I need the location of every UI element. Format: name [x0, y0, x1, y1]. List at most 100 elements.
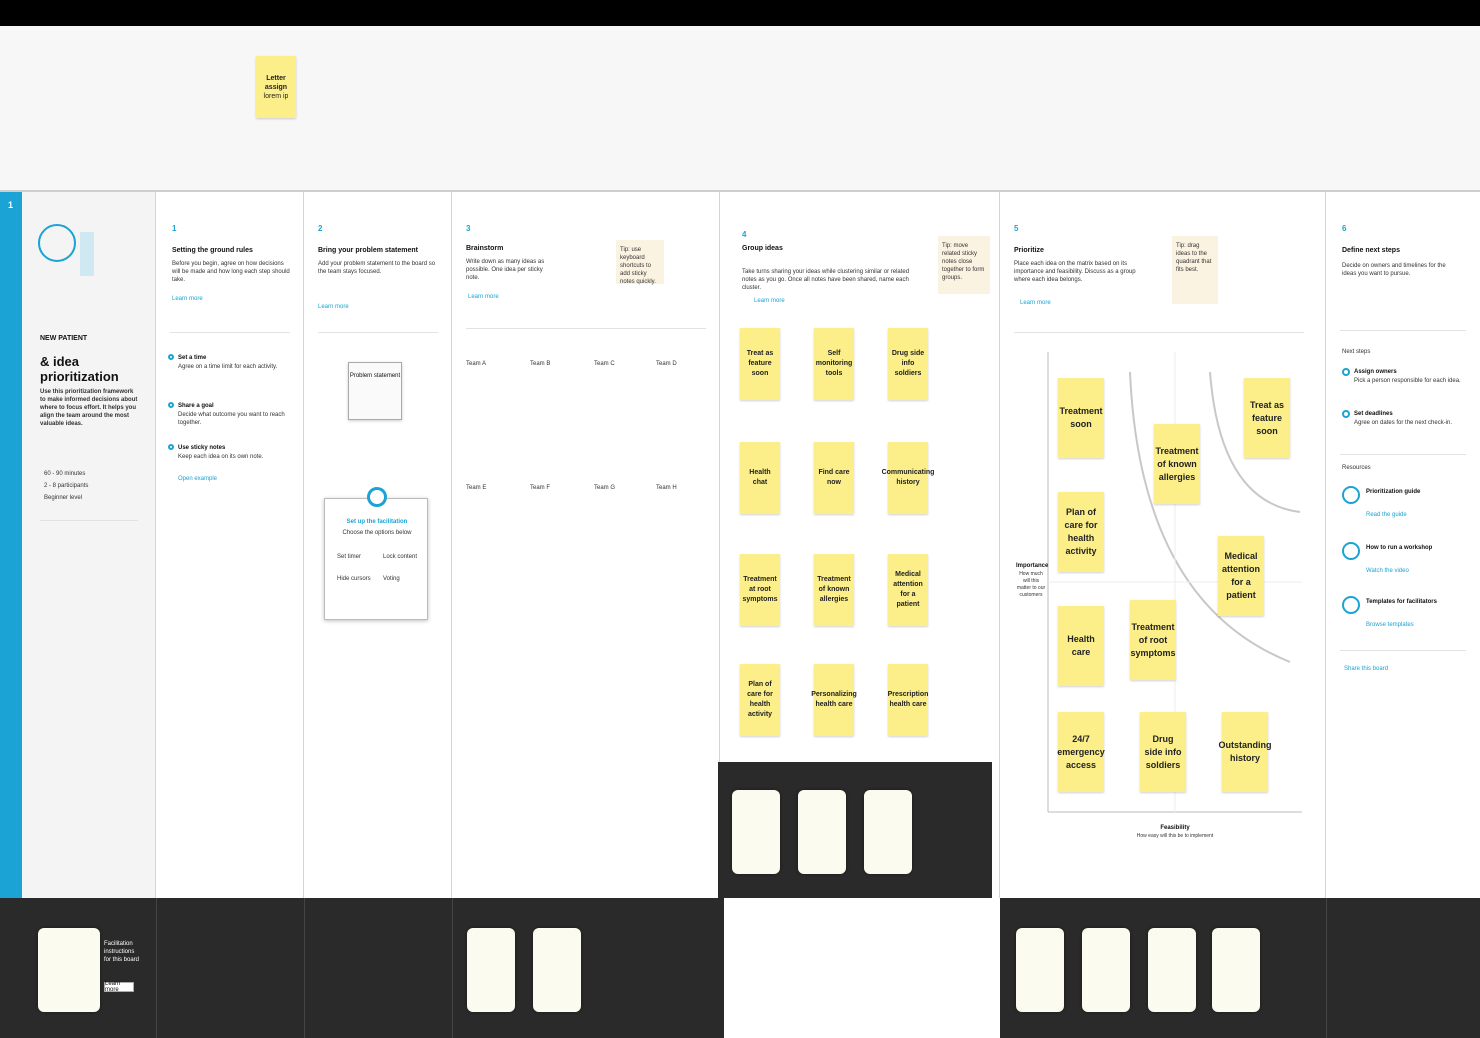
divider: [170, 332, 290, 333]
step-item: Assign owners Pick a person responsible …: [1342, 368, 1462, 385]
idea-sticky-note[interactable]: Treatment of known allergies: [814, 554, 854, 626]
matrix-sticky-note[interactable]: Treatment of root symptoms: [1130, 600, 1176, 680]
idea-sticky-note[interactable]: Treat as feature soon: [740, 328, 780, 400]
section-title: Resources: [1342, 465, 1371, 471]
step-title: Define next steps: [1342, 247, 1400, 254]
step-3-column: 3 Brainstorm Write down as many ideas as…: [452, 192, 720, 898]
option-voting[interactable]: Voting: [383, 575, 400, 583]
section-title: Next steps: [1342, 349, 1371, 355]
preview-thumbnail[interactable]: [1082, 928, 1130, 1012]
dialog-sub: Choose the options below: [342, 530, 412, 536]
step-title: Group ideas: [742, 245, 783, 252]
matrix-sticky-note[interactable]: Treat as feature soon: [1244, 378, 1290, 458]
matrix-sticky-note[interactable]: Drug side info soldiers: [1140, 712, 1186, 792]
idea-sticky-note[interactable]: Personalizing health care: [811, 664, 857, 736]
resource-link[interactable]: Watch the video: [1366, 568, 1409, 574]
preview-thumbnail[interactable]: [1148, 928, 1196, 1012]
learn-more-link[interactable]: Learn more: [754, 298, 785, 304]
matrix-sticky-note[interactable]: Health care: [1058, 606, 1104, 686]
matrix-sticky-note[interactable]: Treatment of known allergies: [1154, 424, 1200, 504]
preview-thumbnail[interactable]: [1212, 928, 1260, 1012]
preview-thumbnail[interactable]: [533, 928, 581, 1012]
matrix-sticky-note[interactable]: Outstanding history: [1219, 712, 1272, 792]
y-axis-title: Importance: [1016, 563, 1049, 569]
setup-dialog: Set up the facilitation Choose the optio…: [324, 487, 428, 620]
footer-learn-more-button[interactable]: Learn more: [104, 981, 134, 993]
idea-sticky-note[interactable]: Drug side info soldiers: [888, 328, 928, 400]
matrix-sticky-note[interactable]: Treatment soon: [1058, 378, 1104, 458]
resource-item: How to run a workshop Watch the video: [1342, 542, 1466, 582]
resource-icon: [1342, 542, 1360, 560]
learn-more-link[interactable]: Learn more: [318, 304, 349, 310]
step-1-column: 1 Setting the ground rules Before you be…: [156, 192, 304, 898]
learn-more-link[interactable]: Learn more: [1020, 300, 1051, 306]
group-preview-panel: [718, 762, 992, 902]
learn-more-link[interactable]: Learn more: [468, 294, 499, 300]
step-number: 1: [172, 224, 177, 233]
check-icon: [168, 444, 174, 450]
divider: [466, 328, 706, 329]
item-desc: Keep each idea on its own note.: [178, 454, 264, 460]
option-set-timer[interactable]: Set timer: [337, 553, 361, 561]
matrix-sticky-note[interactable]: Plan of care for health activity: [1058, 492, 1104, 572]
intro-title: & idea prioritization: [40, 354, 119, 384]
group-label: Team A: [466, 361, 487, 367]
idea-sticky-note[interactable]: Plan of care for health activity: [740, 664, 780, 736]
preview-thumbnail[interactable]: [1016, 928, 1064, 1012]
group-label: Team D: [656, 361, 677, 367]
idea-sticky-note[interactable]: Self monitoring tools: [814, 328, 854, 400]
open-example-link[interactable]: Open example: [178, 476, 217, 482]
check-icon: [1342, 410, 1350, 418]
accent-bar: 1: [0, 192, 22, 898]
idea-sticky-note[interactable]: Prescription health care: [888, 664, 928, 736]
footer-strip-intro: Facilitation instructions for this board…: [0, 898, 156, 1038]
learn-more-link[interactable]: Learn more: [172, 296, 203, 302]
idea-sticky-note[interactable]: Medical attention for a patient: [888, 554, 928, 626]
divider: [1014, 332, 1304, 333]
preview-thumbnail[interactable]: [798, 790, 846, 874]
step-item: Share a goal Decide what outcome you wan…: [168, 402, 290, 427]
option-hide-cursors[interactable]: Hide cursors: [337, 575, 371, 583]
option-lock-content[interactable]: Lock content: [383, 553, 417, 561]
y-axis-sub: How much will this matter to our custome…: [1016, 571, 1046, 598]
idea-sticky-note[interactable]: Find care now: [814, 442, 854, 514]
preview-thumbnail[interactable]: [467, 928, 515, 1012]
step-5-column: 5 Prioritize Place each idea on the matr…: [1000, 192, 1326, 898]
idea-sticky-note[interactable]: Treatment at root symptoms: [740, 554, 780, 626]
resource-link[interactable]: Read the guide: [1366, 512, 1407, 518]
check-icon: [168, 354, 174, 360]
logo-icon: [38, 224, 76, 262]
group-label: Team H: [656, 485, 677, 491]
intro-bullet: Beginner level: [44, 495, 83, 501]
intro-bullet: 2 - 8 participants: [44, 483, 89, 489]
idea-sticky-note[interactable]: Health chat: [740, 442, 780, 514]
resource-title: Templates for facilitators: [1366, 599, 1437, 605]
preview-thumbnail[interactable]: [38, 928, 100, 1012]
step-6-column: 6 Define next steps Decide on owners and…: [1326, 192, 1480, 898]
sticky-row-1: [466, 374, 706, 388]
preview-thumbnail[interactable]: [864, 790, 912, 874]
step-2-column: 2 Bring your problem statement Add your …: [304, 192, 452, 898]
step-title: Brainstorm: [466, 245, 504, 252]
footer-strip-brainstorm: [452, 898, 724, 1038]
footer-strip: [1326, 898, 1480, 1038]
footer-strip: [156, 898, 304, 1038]
matrix-sticky-note[interactable]: Medical attention for a patient: [1218, 536, 1264, 616]
intro-bullet: 60 - 90 minutes: [44, 471, 86, 477]
step-number: 3: [466, 224, 471, 233]
footer-strip: [304, 898, 452, 1038]
divider: [318, 332, 438, 333]
step-number: 4: [742, 230, 747, 239]
sticky-note[interactable]: Letter assign lorem ip: [256, 56, 296, 118]
matrix-sticky-note[interactable]: 24/7 emergency access: [1057, 712, 1105, 792]
item-title: Set deadlines: [1354, 411, 1393, 417]
problem-frame[interactable]: Problem statement: [348, 362, 402, 420]
group-label: Team F: [530, 485, 551, 491]
preview-thumbnail[interactable]: [732, 790, 780, 874]
idea-sticky-note[interactable]: Communicating history: [882, 442, 934, 514]
share-board-link[interactable]: Share this board: [1344, 666, 1388, 672]
resource-link[interactable]: Browse templates: [1366, 622, 1414, 628]
step-number: 2: [318, 224, 323, 233]
divider: [1340, 454, 1466, 455]
resource-item: Prioritization guide Read the guide: [1342, 486, 1466, 526]
